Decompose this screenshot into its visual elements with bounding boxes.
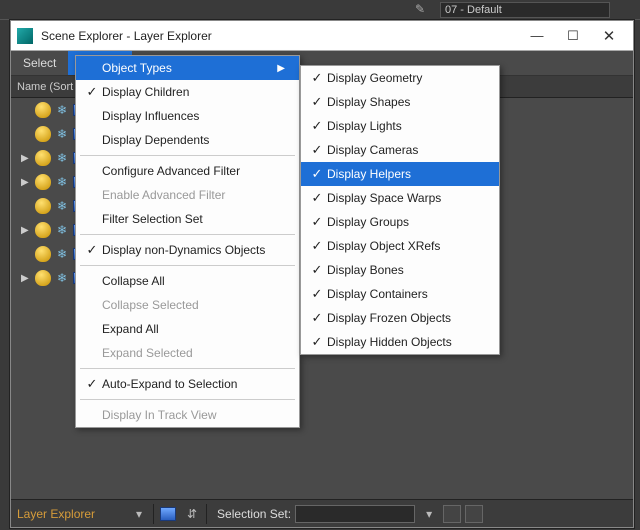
selset-button-2[interactable] xyxy=(465,505,483,523)
freeze-icon[interactable]: ❄ xyxy=(55,103,69,117)
menu-collapse-all[interactable]: Collapse All xyxy=(76,269,299,293)
freeze-icon[interactable]: ❄ xyxy=(55,127,69,141)
app-icon xyxy=(17,28,33,44)
bulb-icon[interactable] xyxy=(35,270,51,286)
freeze-icon[interactable]: ❄ xyxy=(55,199,69,213)
layers-icon[interactable] xyxy=(158,504,178,524)
background-toolbar: ✎ 07 - Default xyxy=(0,0,640,20)
close-button[interactable]: ✕ xyxy=(591,22,627,50)
submenu-hidden[interactable]: ✓Display Hidden Objects xyxy=(301,330,499,354)
menu-track-view: Display In Track View xyxy=(76,403,299,427)
selection-set-label: Selection Set: xyxy=(217,507,291,521)
submenu-xrefs[interactable]: ✓Display Object XRefs xyxy=(301,234,499,258)
submenu-cameras[interactable]: ✓Display Cameras xyxy=(301,138,499,162)
titlebar[interactable]: Scene Explorer - Layer Explorer — ☐ ✕ xyxy=(11,21,633,51)
bulb-icon[interactable] xyxy=(35,102,51,118)
menu-select[interactable]: Select xyxy=(11,51,68,75)
submenu-shapes[interactable]: ✓Display Shapes xyxy=(301,90,499,114)
menu-display-influences[interactable]: Display Influences xyxy=(76,104,299,128)
freeze-icon[interactable]: ❄ xyxy=(55,151,69,165)
selset-button-1[interactable] xyxy=(443,505,461,523)
statusbar: Layer Explorer ▾ ⇵ Selection Set: ▾ xyxy=(11,499,633,527)
dropdown-arrow-icon[interactable]: ▾ xyxy=(419,504,439,524)
menu-display-dependents[interactable]: Display Dependents xyxy=(76,128,299,152)
bulb-icon[interactable] xyxy=(35,246,51,262)
submenu-containers[interactable]: ✓Display Containers xyxy=(301,282,499,306)
submenu-groups[interactable]: ✓Display Groups xyxy=(301,210,499,234)
separator xyxy=(153,504,154,524)
dropdown-arrow-icon[interactable]: ▾ xyxy=(129,504,149,524)
menu-separator xyxy=(80,155,295,156)
menu-separator xyxy=(80,368,295,369)
object-types-submenu: ✓Display Geometry ✓Display Shapes ✓Displ… xyxy=(300,65,500,355)
freeze-icon[interactable]: ❄ xyxy=(55,271,69,285)
freeze-icon[interactable]: ❄ xyxy=(55,247,69,261)
menu-configure-filter[interactable]: Configure Advanced Filter xyxy=(76,159,299,183)
menu-collapse-selected: Collapse Selected xyxy=(76,293,299,317)
menu-auto-expand[interactable]: ✓Auto-Expand to Selection xyxy=(76,372,299,396)
bulb-icon[interactable] xyxy=(35,126,51,142)
menu-non-dynamics[interactable]: ✓Display non-Dynamics Objects xyxy=(76,238,299,262)
menu-separator xyxy=(80,234,295,235)
separator xyxy=(206,504,207,524)
selection-set-dropdown[interactable] xyxy=(295,505,415,523)
status-label: Layer Explorer xyxy=(17,507,125,521)
bulb-icon[interactable] xyxy=(35,174,51,190)
submenu-bones[interactable]: ✓Display Bones xyxy=(301,258,499,282)
freeze-icon[interactable]: ❄ xyxy=(55,223,69,237)
material-dropdown[interactable]: 07 - Default xyxy=(440,2,610,18)
menu-separator xyxy=(80,399,295,400)
menu-display-children[interactable]: ✓Display Children xyxy=(76,80,299,104)
submenu-lights[interactable]: ✓Display Lights xyxy=(301,114,499,138)
submenu-arrow-icon: ▶ xyxy=(277,63,285,74)
maximize-button[interactable]: ☐ xyxy=(555,22,591,50)
menu-enable-filter: Enable Advanced Filter xyxy=(76,183,299,207)
submenu-spacewarps[interactable]: ✓Display Space Warps xyxy=(301,186,499,210)
menu-expand-all[interactable]: Expand All xyxy=(76,317,299,341)
minimize-button[interactable]: — xyxy=(519,22,555,50)
submenu-geometry[interactable]: ✓Display Geometry xyxy=(301,66,499,90)
submenu-frozen[interactable]: ✓Display Frozen Objects xyxy=(301,306,499,330)
menu-separator xyxy=(80,265,295,266)
menu-filter-selection-set[interactable]: Filter Selection Set xyxy=(76,207,299,231)
menu-expand-selected: Expand Selected xyxy=(76,341,299,365)
hierarchy-icon[interactable]: ⇵ xyxy=(182,504,202,524)
submenu-helpers[interactable]: ✓Display Helpers xyxy=(301,162,499,186)
bulb-icon[interactable] xyxy=(35,198,51,214)
bulb-icon[interactable] xyxy=(35,222,51,238)
window-title: Scene Explorer - Layer Explorer xyxy=(41,29,519,43)
menu-object-types[interactable]: Object Types▶ xyxy=(76,56,299,80)
freeze-icon[interactable]: ❄ xyxy=(55,175,69,189)
bulb-icon[interactable] xyxy=(35,150,51,166)
wand-icon: ✎ xyxy=(415,2,425,16)
display-menu-dropdown: Object Types▶ ✓Display Children Display … xyxy=(75,55,300,428)
